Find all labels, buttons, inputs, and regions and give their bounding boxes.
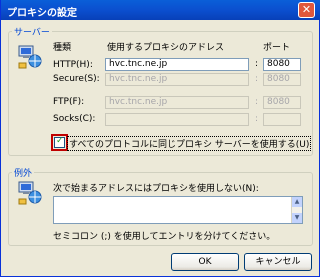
address-column-header: 使用するプロキシのアドレス bbox=[107, 43, 225, 53]
network-exceptions-icon bbox=[18, 181, 42, 205]
secure-port-field[interactable]: 8080 bbox=[263, 73, 301, 86]
ftp-port-field[interactable]: 8080 bbox=[263, 96, 301, 109]
window-title: プロキシの設定 bbox=[7, 8, 77, 19]
secure-label: Secure(S): bbox=[53, 74, 100, 84]
http-address-field[interactable]: hvc.tnc.ne.jp bbox=[105, 58, 249, 71]
secure-colon: : bbox=[255, 74, 259, 84]
http-port-field[interactable]: 8080 bbox=[263, 58, 301, 71]
servers-group-label: サーバー bbox=[12, 25, 52, 38]
checkmark-icon: ✓ bbox=[56, 136, 64, 146]
port-column-header: ポート bbox=[263, 43, 291, 53]
proxy-settings-dialog: プロキシの設定 ✕ サーバー 種類 使用するプロキシのアドレス ポート HTTP… bbox=[0, 0, 320, 277]
ftp-colon: : bbox=[255, 97, 259, 107]
type-column-header: 種類 bbox=[53, 43, 72, 53]
scroll-up-icon[interactable]: ▲ bbox=[292, 197, 302, 207]
title-bar[interactable]: プロキシの設定 ✕ bbox=[1, 0, 320, 20]
socks-port-field[interactable] bbox=[263, 113, 301, 126]
ftp-label: FTP(F): bbox=[53, 97, 85, 107]
ftp-address-field[interactable]: hvc.tnc.ne.jp bbox=[105, 96, 249, 109]
same-proxy-label[interactable]: すべてのプロトコルに同じプロキシ サーバーを使用する(U) bbox=[67, 136, 312, 151]
http-label: HTTP(H): bbox=[53, 60, 93, 70]
network-computer-icon bbox=[18, 45, 42, 69]
socks-label: Socks(C): bbox=[53, 114, 96, 124]
http-colon: : bbox=[255, 59, 259, 69]
exceptions-prompt: 次で始まるアドレスにはプロキシを使用しない(N): bbox=[53, 184, 259, 194]
close-button[interactable]: ✕ bbox=[298, 2, 315, 18]
socks-colon: : bbox=[255, 114, 259, 124]
exceptions-note: セミコロン (;) を使用してエントリを分けてください。 bbox=[53, 232, 276, 242]
same-proxy-checkbox[interactable]: ✓ bbox=[51, 134, 68, 151]
exceptions-textarea[interactable]: ▲ ▼ bbox=[53, 196, 303, 224]
exceptions-group-label: 例外 bbox=[12, 166, 35, 179]
socks-address-field[interactable] bbox=[105, 113, 249, 126]
cancel-button[interactable]: キャンセル bbox=[244, 253, 312, 271]
exceptions-scrollbar[interactable]: ▲ ▼ bbox=[291, 197, 302, 223]
ok-button[interactable]: OK bbox=[171, 253, 239, 271]
secure-address-field[interactable]: hvc.tnc.ne.jp bbox=[105, 73, 249, 86]
scroll-down-icon[interactable]: ▼ bbox=[292, 213, 302, 223]
